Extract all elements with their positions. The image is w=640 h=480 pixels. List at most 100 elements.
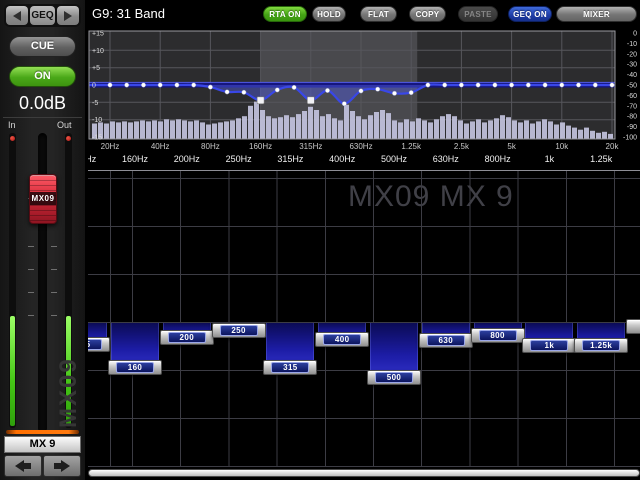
channel-on-button[interactable]: ON	[9, 66, 76, 87]
band-marker-square[interactable]	[307, 97, 314, 104]
header-bar: G9: 31 Band RTA ONHOLDFLATCOPYPASTEGEQ O…	[88, 0, 640, 28]
band-dot[interactable]	[610, 83, 614, 87]
band-fader-handle-315hz[interactable]: 315	[263, 360, 317, 375]
next-channel-button[interactable]	[43, 455, 81, 477]
button-flat[interactable]: FLAT	[360, 6, 397, 22]
svg-text:-10: -10	[92, 117, 102, 124]
band-dot[interactable]	[141, 83, 145, 87]
band-dot[interactable]	[560, 83, 564, 87]
band-fader-handle-160hz[interactable]: 160	[108, 360, 162, 375]
band-dot[interactable]	[493, 83, 497, 87]
band-label-800hz: 800Hz	[485, 154, 511, 164]
band-fader-handle-1.25k[interactable]: 1.25k	[574, 338, 628, 353]
band-dot[interactable]	[576, 83, 580, 87]
band-dot[interactable]	[476, 83, 480, 87]
band-dot[interactable]	[409, 90, 413, 94]
eq-response-plot[interactable]: +15+10+50-5-10-150-10-20-30-40-50-60-70-…	[88, 30, 640, 142]
rta-bar	[488, 120, 493, 138]
rta-bar	[260, 110, 265, 139]
band-label-125hz: 125Hz	[88, 154, 96, 164]
rta-bar	[602, 132, 607, 139]
band-fader-handle-400hz[interactable]: 400	[315, 332, 369, 347]
button-geq-on[interactable]: GEQ ON	[508, 6, 552, 22]
band-dot[interactable]	[292, 85, 296, 89]
band-fader-handle-800hz[interactable]: 800	[471, 328, 525, 343]
rta-bar	[398, 122, 403, 138]
rta-bar	[344, 105, 349, 139]
button-hold[interactable]: HOLD	[312, 6, 346, 22]
rta-bar	[584, 128, 589, 139]
band-dot[interactable]	[158, 83, 162, 87]
band-dot[interactable]	[593, 83, 597, 87]
band-dot[interactable]	[392, 91, 396, 95]
band-dot[interactable]	[426, 83, 430, 87]
band-dot[interactable]	[225, 90, 229, 94]
rta-bar	[176, 119, 181, 138]
band-fader-handle-500hz[interactable]: 500	[367, 370, 421, 385]
band-dot[interactable]	[543, 83, 547, 87]
band-fader-handle-630hz[interactable]: 630	[419, 333, 473, 348]
band-fader-handle-200hz[interactable]: 200	[160, 330, 214, 345]
button-mixer[interactable]: MIXER	[556, 6, 637, 22]
band-dot[interactable]	[125, 83, 129, 87]
cue-button[interactable]: CUE	[9, 36, 76, 57]
rta-bar	[530, 124, 535, 139]
prev-channel-button[interactable]	[4, 455, 42, 477]
rta-bar	[338, 120, 343, 138]
button-rta-on[interactable]: RTA ON	[263, 6, 307, 22]
rta-bar	[104, 124, 109, 139]
channel-fader-cap[interactable]: MX09	[29, 174, 57, 224]
rta-bar	[248, 106, 253, 139]
rta-bar	[434, 119, 439, 138]
geq-next-button[interactable]	[57, 6, 79, 25]
band-dot[interactable]	[275, 88, 279, 92]
band-fader-value: 500	[375, 372, 413, 383]
rta-bar	[242, 116, 247, 138]
rta-bar	[560, 122, 565, 138]
rta-bar	[326, 114, 331, 138]
band-fader-value: 630	[427, 335, 465, 346]
band-label-160hz: 160Hz	[122, 154, 148, 164]
band-fader-handle-1.6k[interactable]	[626, 319, 640, 334]
band-dot[interactable]	[342, 102, 346, 106]
band-fader-handle-250hz[interactable]: 250	[212, 323, 266, 338]
freq-tick-label: 1.25k	[401, 142, 421, 151]
rta-bar	[116, 122, 121, 138]
band-dot[interactable]	[443, 83, 447, 87]
rta-bar	[386, 113, 391, 138]
rta-bar	[380, 110, 385, 139]
channel-name-label: MX 9	[4, 436, 81, 453]
svg-text:-20: -20	[627, 51, 637, 58]
rta-bar	[356, 116, 361, 138]
band-marker-square[interactable]	[257, 97, 264, 104]
rta-bar	[458, 120, 463, 138]
rta-bar	[470, 121, 475, 138]
rta-bar	[572, 128, 577, 139]
band-dot[interactable]	[359, 89, 363, 93]
band-dot[interactable]	[526, 83, 530, 87]
band-dot[interactable]	[192, 83, 196, 87]
horizontal-scrollbar[interactable]	[88, 469, 640, 477]
peak-led-icon	[66, 136, 71, 141]
rta-bar	[554, 125, 559, 139]
rta-bar	[494, 118, 499, 138]
band-dot[interactable]	[242, 90, 246, 94]
arrow-stem	[24, 463, 31, 469]
band-dot[interactable]	[509, 83, 513, 87]
rta-bar	[332, 118, 337, 138]
band-fader-handle-125hz[interactable]: 125	[88, 337, 110, 352]
geq-prev-button[interactable]	[6, 6, 28, 25]
rta-bar	[188, 121, 193, 138]
band-dot[interactable]	[459, 83, 463, 87]
band-dot[interactable]	[325, 88, 329, 92]
band-label-200hz: 200Hz	[174, 154, 200, 164]
svg-text:-90: -90	[627, 124, 637, 131]
band-dot[interactable]	[376, 87, 380, 91]
band-dot[interactable]	[108, 83, 112, 87]
band-fader-handle-1k[interactable]: 1k	[522, 338, 576, 353]
button-copy[interactable]: COPY	[409, 6, 446, 22]
band-dot[interactable]	[208, 85, 212, 89]
channel-watermark: MX09	[56, 298, 82, 428]
band-dot[interactable]	[175, 83, 179, 87]
rta-bar	[500, 115, 505, 138]
